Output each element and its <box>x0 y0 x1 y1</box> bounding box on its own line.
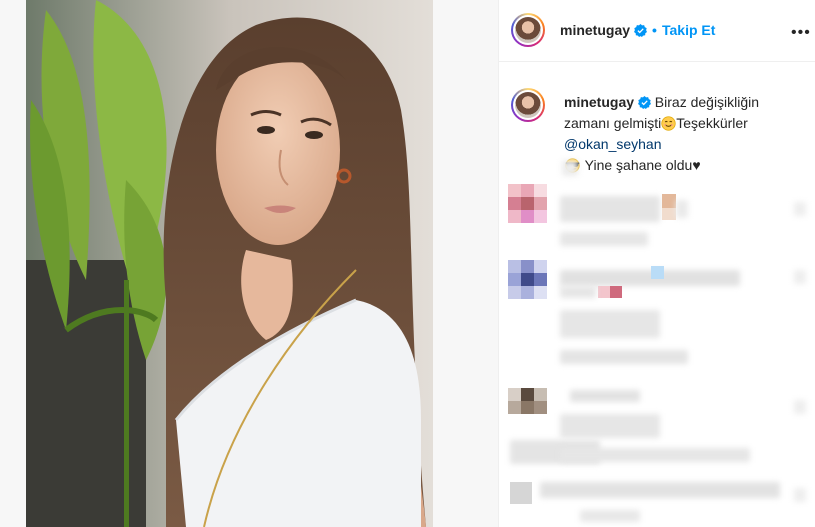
comment-avatar <box>521 260 534 273</box>
comment-avatar[interactable] <box>510 482 532 504</box>
comment-meta-redacted <box>560 448 750 462</box>
panel-divider <box>498 0 499 527</box>
comment-text-redacted <box>598 286 610 298</box>
comment-text-redacted <box>560 196 660 222</box>
follow-separator: • <box>652 22 657 38</box>
comment-text-redacted <box>560 270 740 286</box>
comment-avatar <box>521 401 534 414</box>
caption-text-3: Yine şahane oldu♥ <box>584 157 701 173</box>
verified-badge-icon <box>634 24 647 37</box>
post-header <box>499 0 815 62</box>
comment-text-redacted <box>560 310 660 338</box>
post-photo-image <box>26 0 433 527</box>
comment-avatar <box>534 197 547 210</box>
comment-avatar <box>508 210 521 223</box>
comment-avatar <box>534 273 547 286</box>
caption-avatar[interactable] <box>511 88 545 122</box>
comment-text-redacted <box>610 286 622 298</box>
comment-like-icon[interactable] <box>794 270 806 284</box>
comment-avatar <box>534 260 547 273</box>
comment-avatar <box>521 184 534 197</box>
comment-avatar <box>534 184 547 197</box>
comment-text-redacted <box>562 160 578 176</box>
avatar-photo <box>515 17 541 43</box>
comment-avatar <box>521 388 534 401</box>
more-options-icon[interactable]: ••• <box>791 24 811 42</box>
caption-mention-link[interactable]: @okan_seyhan <box>564 136 662 152</box>
caption-verified-icon <box>637 96 651 109</box>
caption-text-2: Teşekkürler <box>676 115 748 131</box>
smiling-face-icon <box>661 116 676 131</box>
comment-meta-redacted <box>560 232 648 246</box>
comment-avatar[interactable] <box>508 184 521 197</box>
comment-avatar <box>508 273 521 286</box>
follow-button[interactable]: Takip Et <box>662 22 715 38</box>
comment-like-icon[interactable] <box>794 202 806 216</box>
comment-text-redacted <box>560 286 596 298</box>
author-avatar-inner <box>513 15 543 45</box>
comment-text-redacted <box>570 390 640 402</box>
caption-username[interactable]: minetugay <box>564 94 634 110</box>
header-username[interactable]: minetugay <box>560 22 630 38</box>
avatar-photo <box>515 92 541 118</box>
comment-avatar <box>508 286 521 299</box>
author-avatar[interactable] <box>511 13 545 47</box>
comment-text-redacted <box>651 266 664 279</box>
comment-like-icon[interactable] <box>794 400 806 414</box>
comment-text-redacted <box>662 194 676 208</box>
comment-like-icon[interactable] <box>794 488 806 502</box>
caption-avatar-inner <box>513 90 543 120</box>
comment-avatar <box>534 401 547 414</box>
comment-avatar <box>521 273 534 286</box>
post-photo[interactable] <box>26 0 433 527</box>
comment-avatar <box>521 210 534 223</box>
comment-text-redacted <box>662 208 676 220</box>
comment-meta-redacted <box>580 510 640 522</box>
comment-avatar <box>508 401 521 414</box>
comment-avatar <box>508 197 521 210</box>
comment-avatar <box>534 286 547 299</box>
comment-avatar[interactable] <box>508 260 521 273</box>
comment-avatar <box>521 197 534 210</box>
comment-avatar <box>534 388 547 401</box>
comment-avatar <box>521 286 534 299</box>
comment-text-redacted <box>540 482 780 498</box>
comment-avatar[interactable] <box>508 388 521 401</box>
comment-text-redacted <box>676 200 688 218</box>
post-caption: minetugay Biraz değişikliğin zamanı gelm… <box>564 92 804 176</box>
comment-avatar <box>534 210 547 223</box>
comment-text-redacted <box>560 414 660 438</box>
comment-meta-redacted <box>560 350 688 364</box>
